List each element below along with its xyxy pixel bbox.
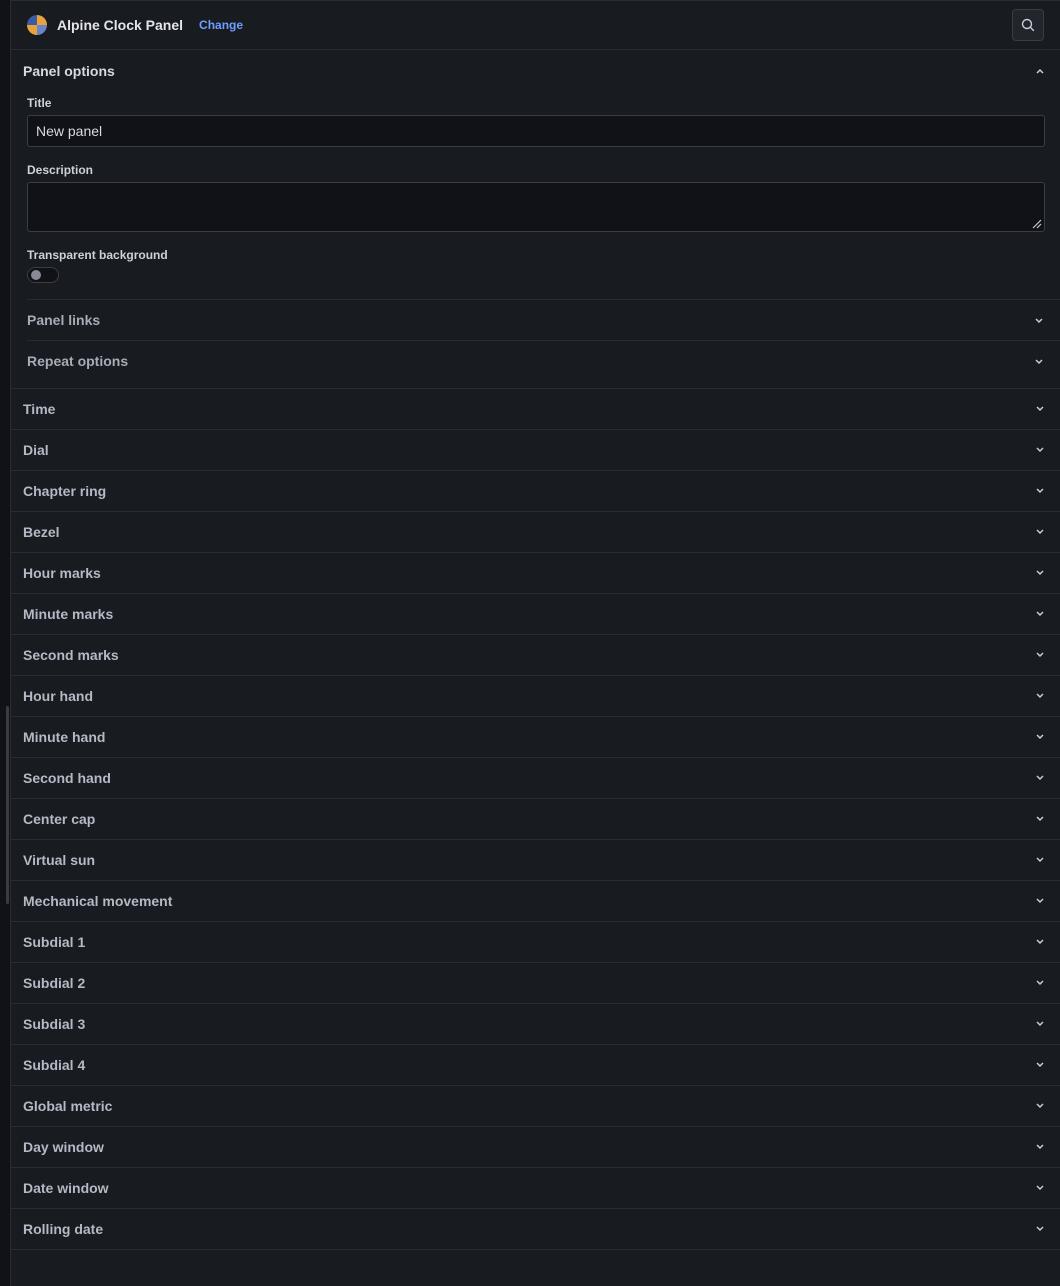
scrollbar[interactable] bbox=[6, 706, 9, 904]
section-label: Center cap bbox=[23, 811, 96, 827]
search-icon bbox=[1021, 18, 1035, 32]
section-label: Dial bbox=[23, 442, 49, 458]
chevron-down-icon bbox=[1032, 811, 1048, 827]
section-subdial-1[interactable]: Subdial 1 bbox=[11, 922, 1060, 963]
section-center-cap[interactable]: Center cap bbox=[11, 799, 1060, 840]
panel-options-subsections: Panel links Repeat options bbox=[11, 299, 1060, 389]
chevron-down-icon bbox=[1034, 352, 1044, 370]
section-panel-options[interactable]: Panel options bbox=[11, 50, 1060, 92]
chevron-down-icon bbox=[1034, 311, 1044, 329]
section-label: Subdial 4 bbox=[23, 1057, 86, 1073]
section-label: Second marks bbox=[23, 647, 119, 663]
title-input[interactable] bbox=[27, 115, 1045, 147]
section-dial[interactable]: Dial bbox=[11, 430, 1060, 471]
section-label: Minute hand bbox=[23, 729, 106, 745]
section-label: Date window bbox=[23, 1180, 109, 1196]
chevron-down-icon bbox=[1032, 893, 1048, 909]
chevron-down-icon bbox=[1032, 606, 1048, 622]
change-visualization-link[interactable]: Change bbox=[199, 18, 243, 32]
section-label: Mechanical movement bbox=[23, 893, 173, 909]
subsection-repeat-options[interactable]: Repeat options bbox=[27, 340, 1060, 381]
chevron-down-icon bbox=[1032, 1221, 1048, 1237]
chevron-down-icon bbox=[1032, 1180, 1048, 1196]
description-textarea[interactable] bbox=[27, 182, 1045, 232]
chevron-down-icon bbox=[1032, 524, 1048, 540]
section-second-hand[interactable]: Second hand bbox=[11, 758, 1060, 799]
section-label: Chapter ring bbox=[23, 483, 107, 499]
section-bezel[interactable]: Bezel bbox=[11, 512, 1060, 553]
chevron-down-icon bbox=[1032, 483, 1048, 499]
section-label: Time bbox=[23, 401, 56, 417]
section-label: Minute marks bbox=[23, 606, 114, 622]
option-sections: Time Dial Chapter ring Bezel Hour marks Minut… bbox=[11, 389, 1060, 1250]
section-time[interactable]: Time bbox=[11, 389, 1060, 430]
chevron-down-icon bbox=[1032, 852, 1048, 868]
chevron-down-icon bbox=[1032, 729, 1048, 745]
section-hour-marks[interactable]: Hour marks bbox=[11, 553, 1060, 594]
chevron-down-icon bbox=[1032, 1139, 1048, 1155]
section-label: Hour hand bbox=[23, 688, 93, 704]
chevron-down-icon bbox=[1032, 934, 1048, 950]
visualization-header: Alpine Clock Panel Change bbox=[11, 1, 1060, 50]
section-rolling-date[interactable]: Rolling date bbox=[11, 1209, 1060, 1250]
section-label: Subdial 2 bbox=[23, 975, 86, 991]
section-label: Global metric bbox=[23, 1098, 113, 1114]
plugin-name: Alpine Clock Panel bbox=[57, 17, 184, 33]
description-label: Description bbox=[27, 163, 94, 177]
section-label: Bezel bbox=[23, 524, 60, 540]
chevron-up-icon bbox=[1032, 63, 1048, 79]
section-global-metric[interactable]: Global metric bbox=[11, 1086, 1060, 1127]
section-day-window[interactable]: Day window bbox=[11, 1127, 1060, 1168]
chevron-down-icon bbox=[1032, 647, 1048, 663]
chevron-down-icon bbox=[1032, 442, 1048, 458]
section-minute-hand[interactable]: Minute hand bbox=[11, 717, 1060, 758]
section-label: Second hand bbox=[23, 770, 111, 786]
chevron-down-icon bbox=[1032, 975, 1048, 991]
section-label: Hour marks bbox=[23, 565, 101, 581]
section-label: Subdial 3 bbox=[23, 1016, 86, 1032]
section-virtual-sun[interactable]: Virtual sun bbox=[11, 840, 1060, 881]
chevron-down-icon bbox=[1032, 770, 1048, 786]
panel-options-body: Title Description Transparent background bbox=[11, 92, 1060, 283]
section-hour-hand[interactable]: Hour hand bbox=[11, 676, 1060, 717]
section-label: Panel options bbox=[23, 63, 115, 79]
section-subdial-2[interactable]: Subdial 2 bbox=[11, 963, 1060, 1004]
toggle-knob bbox=[31, 270, 41, 280]
section-label: Rolling date bbox=[23, 1221, 104, 1237]
section-label: Day window bbox=[23, 1139, 104, 1155]
section-subdial-3[interactable]: Subdial 3 bbox=[11, 1004, 1060, 1045]
section-date-window[interactable]: Date window bbox=[11, 1168, 1060, 1209]
chevron-down-icon bbox=[1032, 1098, 1048, 1114]
chevron-down-icon bbox=[1032, 1057, 1048, 1073]
transparent-background-label: Transparent background bbox=[27, 248, 168, 262]
section-label: Virtual sun bbox=[23, 852, 96, 868]
section-minute-marks[interactable]: Minute marks bbox=[11, 594, 1060, 635]
section-mechanical-movement[interactable]: Mechanical movement bbox=[11, 881, 1060, 922]
plugin-logo bbox=[27, 15, 47, 35]
section-subdial-4[interactable]: Subdial 4 bbox=[11, 1045, 1060, 1086]
title-label: Title bbox=[27, 96, 52, 110]
chevron-down-icon bbox=[1032, 688, 1048, 704]
resize-handle-icon[interactable] bbox=[1030, 217, 1042, 229]
section-label: Subdial 1 bbox=[23, 934, 86, 950]
transparent-background-toggle[interactable] bbox=[27, 267, 59, 283]
section-chapter-ring[interactable]: Chapter ring bbox=[11, 471, 1060, 512]
chevron-down-icon bbox=[1032, 401, 1048, 417]
subsection-label: Panel links bbox=[27, 312, 101, 328]
subsection-label: Repeat options bbox=[27, 353, 129, 369]
options-pane: Alpine Clock Panel Change Panel options … bbox=[10, 0, 1060, 1286]
subsection-panel-links[interactable]: Panel links bbox=[27, 299, 1060, 340]
chevron-down-icon bbox=[1032, 1016, 1048, 1032]
chevron-down-icon bbox=[1032, 565, 1048, 581]
section-second-marks[interactable]: Second marks bbox=[11, 635, 1060, 676]
search-options-button[interactable] bbox=[1012, 9, 1044, 41]
